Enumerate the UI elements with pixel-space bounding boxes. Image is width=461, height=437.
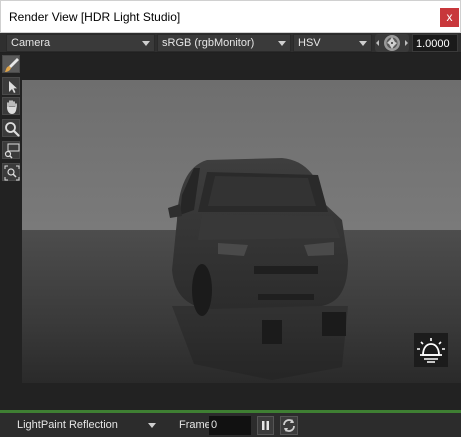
chevron-down-icon <box>278 41 286 46</box>
window-title: Render View [HDR Light Studio] <box>9 10 181 24</box>
render-viewport[interactable] <box>22 53 461 410</box>
hand-pan-icon <box>7 100 17 114</box>
chevron-down-icon <box>359 41 367 46</box>
region-zoom-icon <box>4 143 20 159</box>
light-toggle-button[interactable] <box>414 333 448 367</box>
pause-button[interactable] <box>257 416 274 435</box>
light-dome-icon <box>414 333 448 367</box>
magnifier-zoom-icon <box>5 122 20 137</box>
refresh-button[interactable] <box>280 416 298 435</box>
aperture-icon <box>375 34 409 52</box>
pan-tool[interactable] <box>2 97 20 115</box>
mode-select-label: LightPaint Reflection <box>17 419 118 431</box>
chevron-down-icon <box>148 423 156 428</box>
close-button[interactable]: x <box>440 8 459 27</box>
bottom-bar: LightPaint Reflection Frame 0 <box>0 413 461 437</box>
region-zoom-tool[interactable] <box>2 141 20 159</box>
exposure-button[interactable] <box>375 34 409 52</box>
pointer-arrow-icon <box>9 81 17 93</box>
tool-palette <box>0 53 22 410</box>
colormode-select[interactable]: HSV <box>293 34 372 52</box>
refresh-icon <box>283 419 295 432</box>
camera-select[interactable]: Camera <box>6 34 155 52</box>
select-tool[interactable] <box>2 77 20 95</box>
zoom-fit-icon <box>4 165 20 181</box>
colormode-select-label: HSV <box>298 37 321 49</box>
car-render <box>22 80 461 383</box>
paint-brush-tool[interactable] <box>2 55 20 73</box>
pause-icon <box>262 421 269 430</box>
paint-brush-icon <box>5 58 19 72</box>
render-toolbar: Camera sRGB (rgbMonitor) HSV 1.0000 <box>0 33 461 53</box>
zoom-tool[interactable] <box>2 119 20 137</box>
frame-label: Frame <box>179 419 211 431</box>
mode-select[interactable]: LightPaint Reflection <box>14 416 159 434</box>
window-titlebar[interactable]: Render View [HDR Light Studio] x <box>0 0 461 33</box>
colorspace-select-label: sRGB (rgbMonitor) <box>162 37 255 49</box>
zoom-fit-tool[interactable] <box>2 163 20 181</box>
close-icon: x <box>446 10 453 24</box>
exposure-value-field[interactable]: 1.0000 <box>412 34 458 52</box>
frame-field[interactable]: 0 <box>209 416 251 435</box>
camera-select-label: Camera <box>11 37 51 49</box>
colorspace-select[interactable]: sRGB (rgbMonitor) <box>157 34 291 52</box>
chevron-down-icon <box>142 41 150 46</box>
